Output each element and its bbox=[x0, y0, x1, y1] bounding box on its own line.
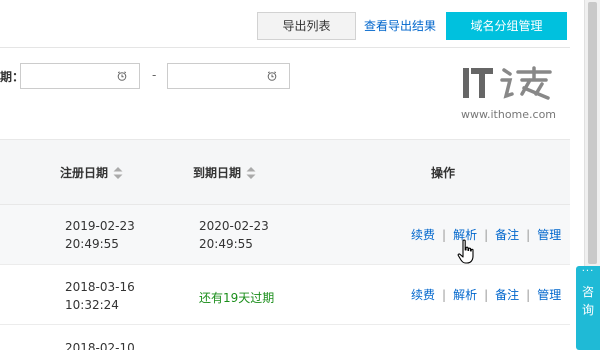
consult-float-button[interactable]: ··· 咨询 bbox=[576, 266, 600, 350]
consult-dots: ··· bbox=[581, 266, 595, 277]
date-range-separator: - bbox=[152, 68, 157, 82]
actions-header: 操作 bbox=[431, 166, 456, 180]
start-date-input[interactable] bbox=[20, 63, 140, 89]
toolbar-divider bbox=[0, 47, 570, 48]
register-date: 2018-02-10 bbox=[65, 341, 135, 350]
expire-date-header-label: 到期日期 bbox=[193, 166, 242, 180]
register-datetime: 2018-02-10 bbox=[65, 339, 135, 350]
action-separator: | bbox=[484, 288, 489, 302]
renew-link[interactable]: 续费 bbox=[411, 228, 435, 242]
sort-icon[interactable] bbox=[113, 166, 123, 180]
table-header: 注册日期 到期日期 操作 bbox=[0, 139, 570, 205]
domain-group-manage-button[interactable]: 域名分组管理 bbox=[446, 12, 567, 40]
export-list-button[interactable]: 导出列表 bbox=[257, 12, 356, 40]
register-date: 2019-02-23 bbox=[65, 219, 135, 233]
action-separator: | bbox=[442, 228, 447, 242]
expire-date-header[interactable]: 到期日期 bbox=[193, 164, 256, 181]
scrollbar-thumb[interactable] bbox=[588, 2, 597, 264]
register-date-header[interactable]: 注册日期 bbox=[60, 164, 123, 181]
note-link[interactable]: 备注 bbox=[495, 228, 519, 242]
view-export-results-link[interactable]: 查看导出结果 bbox=[364, 17, 436, 34]
manage-link[interactable]: 管理 bbox=[537, 288, 561, 302]
expire-time: 20:49:55 bbox=[199, 237, 253, 251]
row-actions: 续费 | 解析 | 备注 | 管理 bbox=[411, 226, 561, 243]
register-datetime: 2019-02-23 20:49:55 bbox=[65, 217, 135, 253]
table-row: 2018-03-16 10:32:24 还有19天过期 续费 | 解析 | 备注 | 管理 bbox=[0, 265, 570, 325]
renew-link[interactable]: 续费 bbox=[411, 288, 435, 302]
table-row: 2019-02-23 20:49:55 2020-02-23 20:49:55 … bbox=[0, 205, 570, 265]
manage-link[interactable]: 管理 bbox=[537, 228, 561, 242]
hand-cursor-icon bbox=[457, 239, 474, 264]
action-separator: | bbox=[442, 288, 447, 302]
ithome-logo bbox=[463, 66, 552, 100]
register-time: 10:32:24 bbox=[65, 298, 119, 312]
expire-datetime: 2020-02-23 20:49:55 bbox=[199, 217, 269, 253]
clock-icon bbox=[117, 71, 127, 81]
logo-url: www.ithome.com bbox=[461, 108, 557, 121]
end-date-input[interactable] bbox=[167, 63, 290, 89]
action-separator: | bbox=[484, 228, 489, 242]
action-separator: | bbox=[526, 288, 531, 302]
expire-date: 2020-02-23 bbox=[199, 219, 269, 233]
domain-table: 注册日期 到期日期 操作 2019-02-23 20:49:55 2020-02… bbox=[0, 139, 570, 350]
register-time: 20:49:55 bbox=[65, 237, 119, 251]
clock-icon bbox=[267, 71, 277, 81]
expiry-warning: 还有19天过期 bbox=[199, 291, 275, 305]
consult-label: 咨询 bbox=[581, 285, 594, 317]
row-actions: 续费 | 解析 | 备注 | 管理 bbox=[411, 286, 561, 303]
register-date: 2018-03-16 bbox=[65, 280, 135, 294]
dns-resolve-link[interactable]: 解析 bbox=[453, 288, 477, 302]
action-separator: | bbox=[526, 228, 531, 242]
sort-icon[interactable] bbox=[246, 166, 256, 180]
register-datetime: 2018-03-16 10:32:24 bbox=[65, 278, 135, 314]
note-link[interactable]: 备注 bbox=[495, 288, 519, 302]
register-date-header-label: 注册日期 bbox=[60, 166, 109, 180]
table-row: 2018-02-10 bbox=[0, 325, 570, 350]
